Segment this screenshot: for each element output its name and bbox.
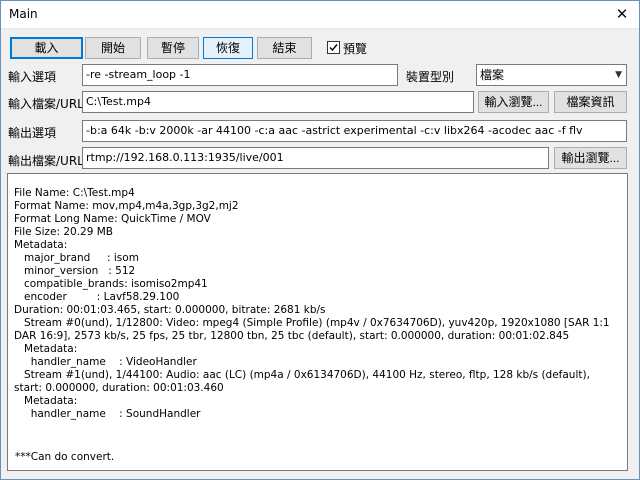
device-type-select[interactable]: 檔案 ▼ <box>476 64 627 86</box>
input-options-label: 輸入選項 <box>8 70 57 84</box>
main-window: Main ✕ 載入 開始 暫停 恢復 結束 預覽 輸入選項 -re -strea… <box>0 0 640 480</box>
output-options-label: 輸出選項 <box>8 126 57 140</box>
output-file-label: 輸出檔案/URL <box>8 154 84 168</box>
input-file-field[interactable]: C:\Test.mp4 <box>82 91 474 113</box>
output-options-field[interactable]: -b:a 64k -b:v 2000k -ar 44100 -c:a aac -… <box>82 120 627 142</box>
window-title: Main <box>9 7 38 21</box>
check-icon <box>329 44 338 52</box>
preview-label: 預覽 <box>343 42 368 56</box>
file-info-button[interactable]: 檔案資訊 <box>554 91 627 113</box>
start-button[interactable]: 開始 <box>85 37 141 59</box>
status-text: ***Can do convert. <box>15 451 115 463</box>
load-button[interactable]: 載入 <box>10 37 83 59</box>
device-type-label: 裝置型別 <box>406 70 455 84</box>
device-type-value: 檔案 <box>480 68 505 82</box>
output-file-field[interactable]: rtmp://192.168.0.113:1935/live/001 <box>82 147 549 169</box>
stop-button[interactable]: 結束 <box>257 37 312 59</box>
output-browse-button[interactable]: 輸出瀏覽... <box>554 147 627 169</box>
log-output-area[interactable]: File Name: C:\Test.mp4 Format Name: mov,… <box>7 173 628 471</box>
chevron-down-icon: ▼ <box>615 70 622 80</box>
preview-checkbox[interactable] <box>327 41 340 54</box>
pause-button[interactable]: 暫停 <box>147 37 199 59</box>
input-options-field[interactable]: -re -stream_loop -1 <box>82 64 398 86</box>
input-file-label: 輸入檔案/URL <box>8 97 84 111</box>
input-browse-button[interactable]: 輸入瀏覽... <box>478 91 549 113</box>
close-icon[interactable]: ✕ <box>611 4 633 24</box>
resume-button[interactable]: 恢復 <box>203 37 253 59</box>
title-bar: Main ✕ <box>1 1 639 29</box>
media-info-text: File Name: C:\Test.mp4 Format Name: mov,… <box>14 187 610 420</box>
